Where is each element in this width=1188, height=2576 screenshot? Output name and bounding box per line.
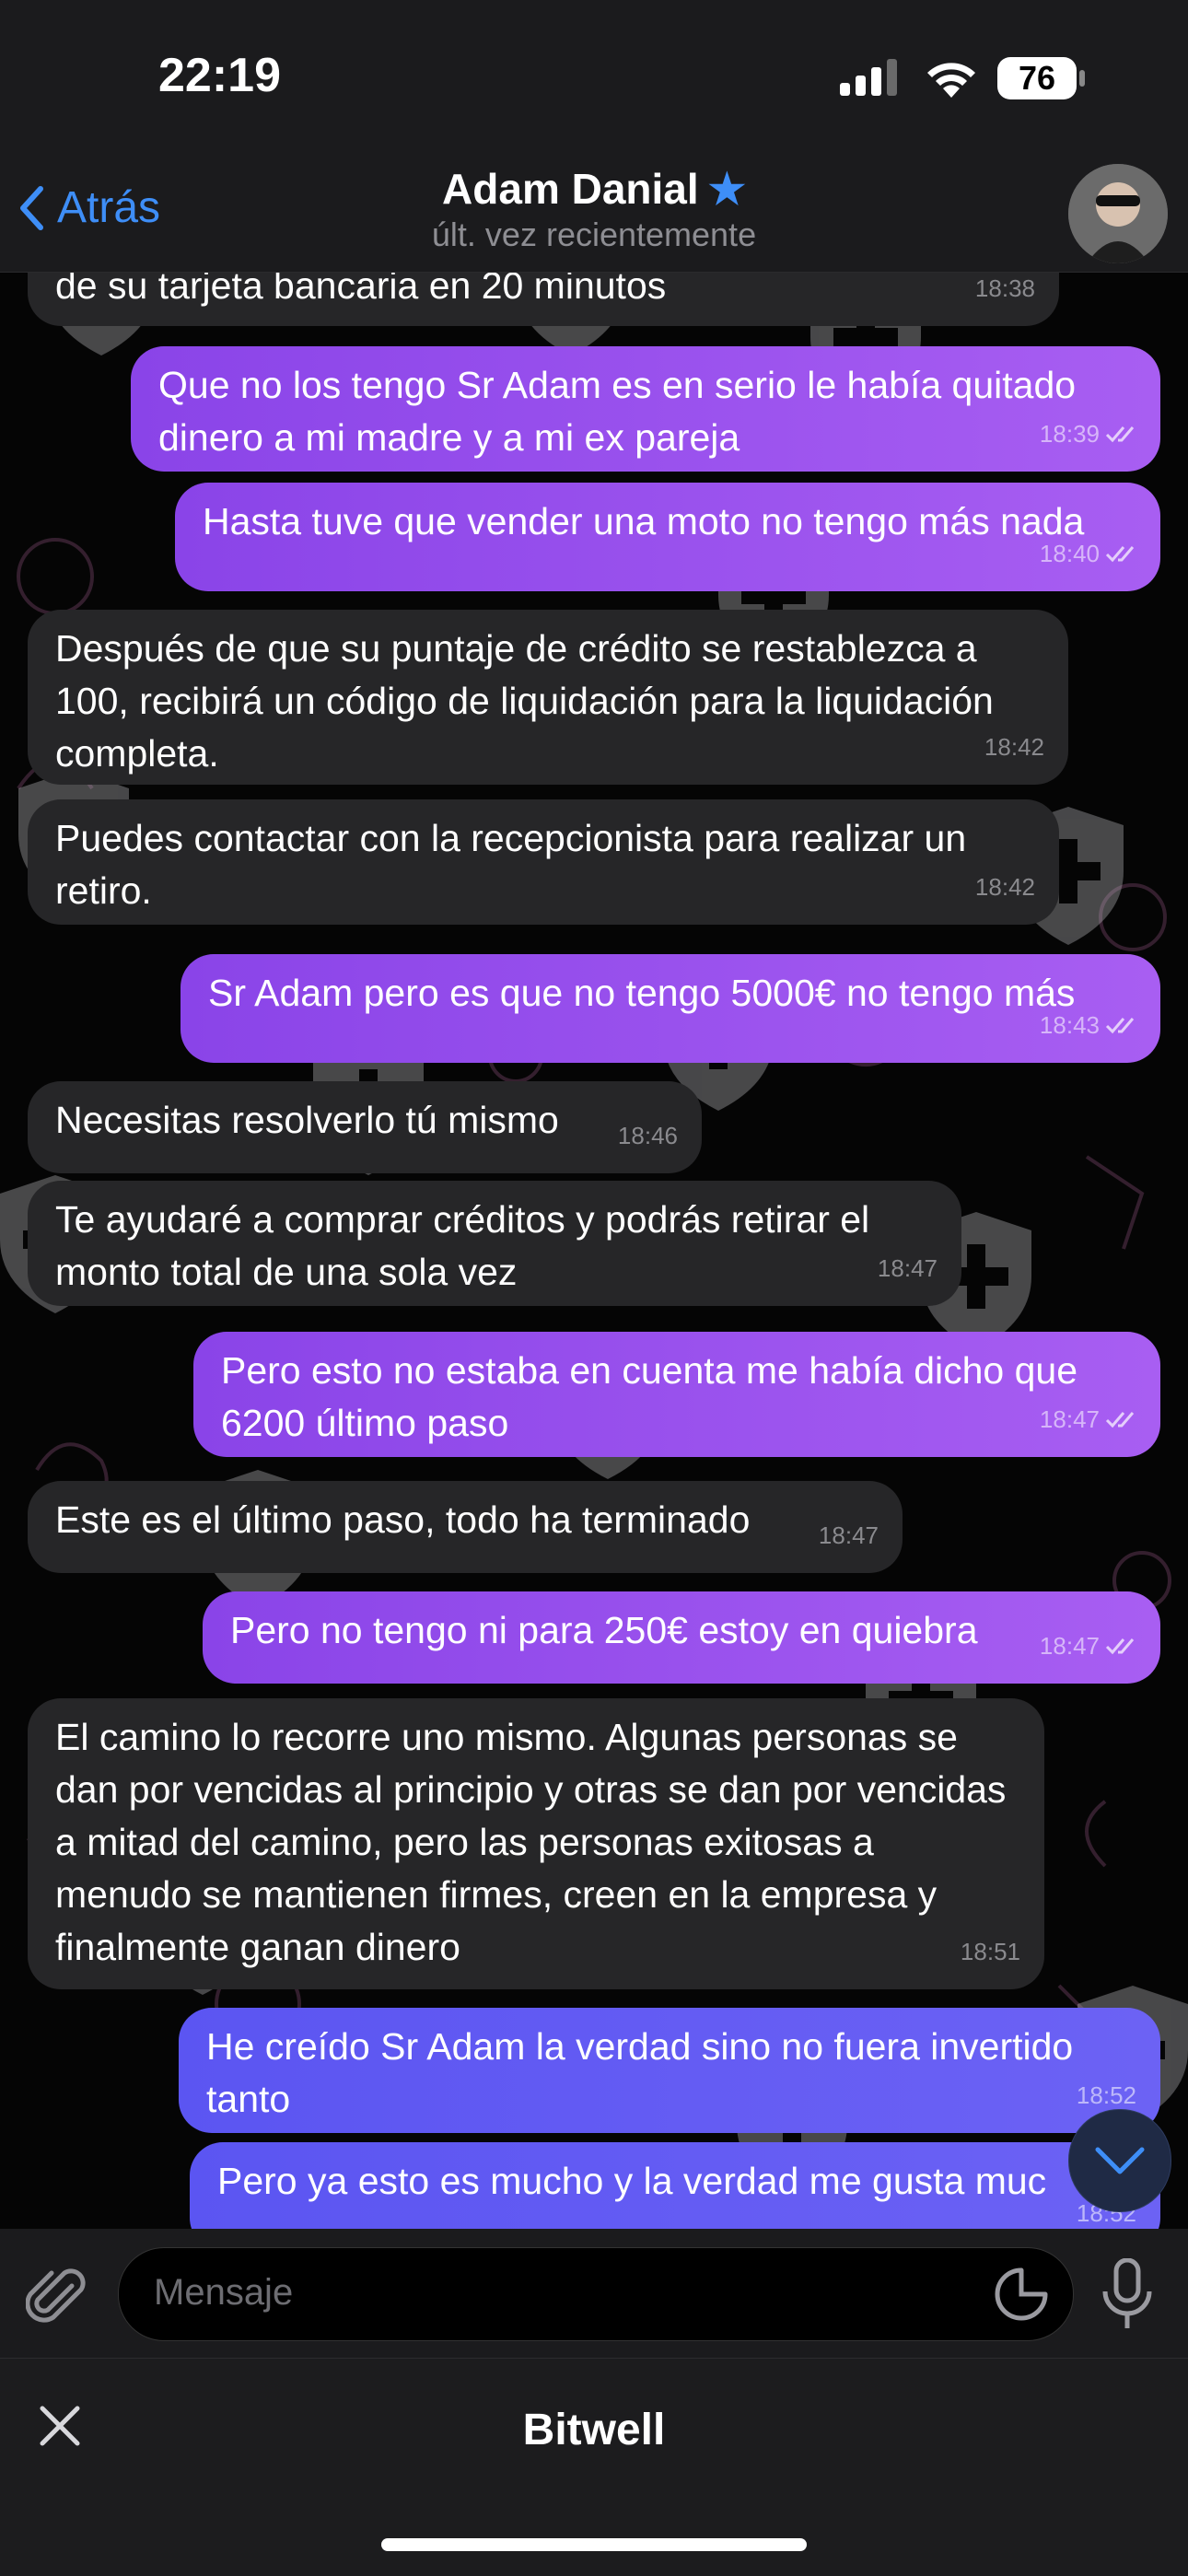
message-text: Este es el último paso, todo ha terminad… xyxy=(55,1498,751,1541)
double-check-icon xyxy=(1105,1638,1135,1654)
avatar[interactable] xyxy=(1068,164,1168,263)
message-bubble-outgoing[interactable]: He creído Sr Adam la verdad sino no fuer… xyxy=(179,2008,1160,2133)
chevron-down-icon xyxy=(1095,2147,1145,2174)
message-text: Necesitas resolverlo tú mismo xyxy=(55,1099,559,1141)
avatar-image xyxy=(1068,164,1168,263)
message-time: 18:43 xyxy=(1040,999,1136,1052)
status-time: 22:19 xyxy=(158,49,281,102)
message-bubble-outgoing[interactable]: Hasta tuve que vender una moto no tengo … xyxy=(175,483,1160,591)
message-time: 18:47 xyxy=(877,1254,938,1282)
message-time: 18:46 xyxy=(617,1122,678,1149)
message-text: Sr Adam pero es que no tengo 5000€ no te… xyxy=(208,972,1076,1014)
message-text: El camino lo recorre uno mismo. Algunas … xyxy=(55,1716,1007,1968)
message-time: 18:47 xyxy=(1040,1393,1136,1446)
last-seen-status: últ. vez recientemente xyxy=(431,216,757,253)
message-text: Que no los tengo Sr Adam es en serio le … xyxy=(158,364,1077,459)
message-time: 18:38 xyxy=(974,274,1035,302)
message-time: 18:42 xyxy=(974,873,1035,901)
double-check-icon xyxy=(1105,1017,1135,1033)
star-icon: ★ xyxy=(707,165,746,213)
double-check-icon xyxy=(1105,1411,1135,1428)
scroll-to-bottom-button[interactable] xyxy=(1068,2109,1171,2212)
message-time: 18:39 xyxy=(1040,408,1136,460)
composer-bar: Mensaje xyxy=(0,2229,1188,2358)
double-check-icon xyxy=(1105,425,1135,442)
message-text: Pero no tengo ni para 250€ estoy en quie… xyxy=(230,1609,978,1651)
battery-indicator: 76 xyxy=(997,57,1077,99)
message-text: Puedes contactar con la recepcionista pa… xyxy=(55,817,967,912)
message-time: 18:42 xyxy=(984,733,1044,761)
message-bubble-incoming[interactable]: Te ayudaré a comprar créditos y podrás r… xyxy=(28,1181,961,1306)
home-indicator[interactable] xyxy=(381,2538,807,2551)
message-time: 18:47 xyxy=(818,1521,879,1549)
message-text: He creído Sr Adam la verdad sino no fuer… xyxy=(206,2025,1074,2120)
message-bubble-outgoing[interactable]: Sr Adam pero es que no tengo 5000€ no te… xyxy=(181,954,1160,1063)
message-text: Te ayudaré a comprar créditos y podrás r… xyxy=(55,1198,870,1293)
message-bubble-incoming[interactable]: Este es el último paso, todo ha terminad… xyxy=(28,1481,903,1573)
message-text: Pero ya esto es mucho y la verdad me gus… xyxy=(217,2160,1047,2202)
message-list[interactable]: de su tarjeta bancaria en 20 minutos 18:… xyxy=(0,273,1188,2229)
message-time: 18:40 xyxy=(1040,528,1136,580)
message-input[interactable]: Mensaje xyxy=(118,2247,1074,2341)
message-bubble-incoming[interactable]: de su tarjeta bancaria en 20 minutos 18:… xyxy=(28,273,1059,326)
message-bubble-incoming[interactable]: Necesitas resolverlo tú mismo 18:46 xyxy=(28,1081,702,1173)
paperclip-icon[interactable] xyxy=(26,2266,90,2330)
message-bubble-incoming[interactable]: Puedes contactar con la recepcionista pa… xyxy=(28,799,1059,925)
message-time: 18:47 xyxy=(1040,1620,1136,1673)
status-bar: 22:19 76 xyxy=(0,0,1188,157)
message-bubble-outgoing[interactable]: Pero esto no estaba en cuenta me había d… xyxy=(193,1332,1160,1457)
microphone-icon[interactable] xyxy=(1100,2258,1155,2332)
message-text: de su tarjeta bancaria en 20 minutos xyxy=(55,273,667,307)
contact-name[interactable]: Adam Danial ★ xyxy=(0,164,1188,214)
message-text: Después de que su puntaje de crédito se … xyxy=(55,627,994,775)
message-bubble-outgoing[interactable]: Pero no tengo ni para 250€ estoy en quie… xyxy=(203,1591,1160,1684)
chat-header: Atrás Adam Danial ★ últ. vez recientement… xyxy=(0,157,1188,273)
message-bubble-incoming[interactable]: Después de que su puntaje de crédito se … xyxy=(28,610,1068,785)
message-text: Pero esto no estaba en cuenta me había d… xyxy=(221,1349,1078,1444)
message-time: 18:51 xyxy=(960,1938,1020,1965)
message-bubble-outgoing[interactable]: Que no los tengo Sr Adam es en serio le … xyxy=(131,346,1160,472)
battery-tip xyxy=(1079,70,1085,87)
message-bubble-incoming[interactable]: El camino lo recorre uno mismo. Algunas … xyxy=(28,1698,1044,1989)
double-check-icon xyxy=(1105,545,1135,562)
message-text: Hasta tuve que vender una moto no tengo … xyxy=(203,500,1085,542)
sticker-icon[interactable] xyxy=(994,2267,1049,2322)
contact-name-text: Adam Danial xyxy=(442,165,699,213)
message-input-placeholder: Mensaje xyxy=(154,2272,294,2313)
message-bubble-outgoing[interactable]: Pero ya esto es mucho y la verdad me gus… xyxy=(190,2142,1160,2229)
sheet-title: Bitwell xyxy=(522,2406,666,2454)
cellular-signal-icon xyxy=(840,59,897,96)
wifi-icon xyxy=(927,63,975,98)
